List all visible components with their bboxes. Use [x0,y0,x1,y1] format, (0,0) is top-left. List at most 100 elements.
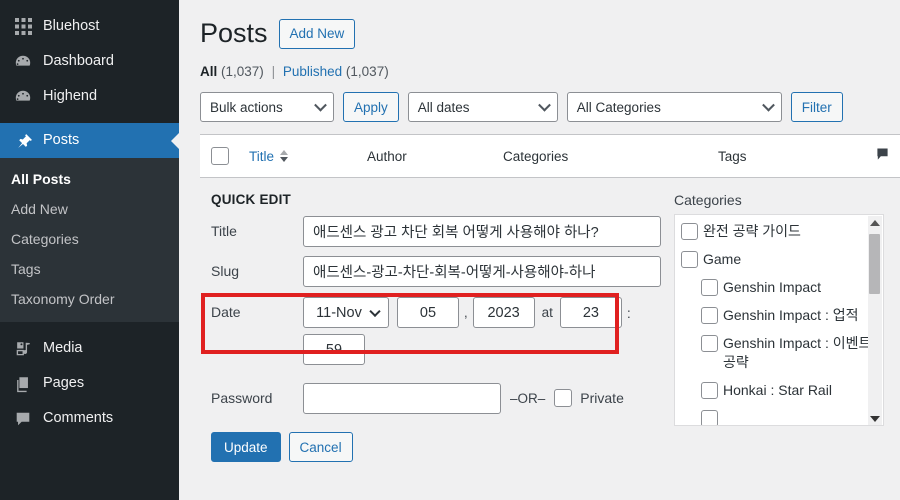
category-checkbox[interactable] [681,251,698,269]
category-label: Genshin Impact : 이벤트 공략 [723,335,872,371]
sidebar-divider-2 [0,322,179,331]
sidebar-item-label: Pages [43,375,85,392]
category-checkbox[interactable] [701,279,718,297]
category-checkbox[interactable] [701,335,718,353]
category-checkbox[interactable] [681,223,698,241]
chevron-down-icon [537,98,551,112]
sidebar-divider [0,114,179,123]
category-item[interactable]: Game [681,250,883,269]
submenu-item-categories[interactable]: Categories [0,224,179,254]
submenu-item-tags[interactable]: Tags [0,254,179,284]
scroll-up-arrow-icon[interactable] [870,220,880,227]
sidebar-item-highend[interactable]: Highend [0,79,179,114]
date-filter-value: All dates [417,99,470,115]
category-item-partial[interactable] [681,409,883,426]
page-title: Posts [200,18,268,48]
category-item[interactable]: 완전 공략 가이드 [681,222,883,241]
sidebar-item-pages[interactable]: Pages [0,366,179,401]
date-at-label: at [541,305,553,321]
month-select[interactable]: 11-Nov [303,297,389,329]
categories-checklist[interactable]: 완전 공략 가이드 Game Genshin Impact Genshin Im… [674,214,884,427]
private-label: Private [580,390,624,407]
password-input[interactable] [303,383,501,415]
column-header-comments[interactable] [864,146,900,166]
bulk-actions-select[interactable]: Bulk actions [200,92,334,123]
grid-icon [11,17,35,37]
column-header-categories[interactable]: Categories [503,149,718,164]
date-fields-group: 11-Nov 05 , 2023 at 23 : 59 [303,297,633,366]
month-select-value: 11-Nov [316,304,362,321]
status-link-all[interactable]: All [200,64,217,79]
bulk-actions-value: Bulk actions [210,99,283,115]
category-item[interactable]: Honkai : Star Rail [681,381,883,400]
page-header: Posts Add New [200,18,900,49]
apply-button[interactable]: Apply [343,92,399,123]
quick-edit-legend: QUICK EDIT [211,192,292,208]
category-item[interactable]: Genshin Impact [681,278,883,297]
posts-table-header-row: Title Author Categories Tags [200,134,900,179]
date-filter-select[interactable]: All dates [407,92,558,123]
column-header-author[interactable]: Author [367,149,503,164]
status-count-published: (1,037) [345,64,389,80]
pin-icon [11,131,35,151]
category-label: Honkai : Star Rail [723,382,832,399]
private-checkbox[interactable] [554,389,573,408]
date-field-label: Date [211,304,241,321]
day-input[interactable]: 05 [397,297,459,329]
password-field-label: Password [211,390,273,407]
quick-edit-date-row: Date 11-Nov 05 , 2023 at 23 : 59 [211,297,666,366]
sidebar-item-label: Dashboard [43,53,114,70]
categories-panel-title: Categories [674,192,742,209]
quick-edit-left-column: QUICK EDIT Title 애드센스 광고 차단 회복 어떻게 사용해야 … [200,192,666,463]
media-icon [11,339,35,359]
status-link-published[interactable]: Published [283,64,342,79]
sidebar-item-label: Bluehost [43,18,100,35]
minute-input[interactable]: 59 [303,334,365,366]
sidebar-top-spacer [0,0,179,9]
chevron-down-icon [314,98,327,112]
category-item[interactable]: Genshin Impact : 이벤트 공략 [681,334,883,372]
slug-field-label: Slug [211,263,240,280]
title-input[interactable]: 애드센스 광고 차단 회복 어떻게 사용해야 하나? [303,216,661,248]
cancel-button[interactable]: Cancel [288,432,353,463]
scrollbar-thumb[interactable] [869,234,880,295]
sidebar-item-media[interactable]: Media [0,331,179,366]
sidebar-item-bluehost[interactable]: Bluehost [0,9,179,44]
column-header-tags[interactable]: Tags [718,149,864,164]
sidebar-item-comments[interactable]: Comments [0,401,179,436]
category-checkbox[interactable] [701,307,718,325]
quick-edit-panel: QUICK EDIT Title 애드센스 광고 차단 회복 어떻게 사용해야 … [200,178,900,463]
sidebar-item-label: Comments [43,410,114,427]
add-new-button[interactable]: Add New [278,18,356,49]
quick-edit-title-row: Title 애드센스 광고 차단 회복 어떻게 사용해야 하나? [211,216,666,248]
category-label: Genshin Impact [723,279,822,296]
quick-edit-right-column: Categories 완전 공략 가이드 Game Genshin Impact [666,192,900,462]
scroll-down-arrow-icon[interactable] [870,416,880,423]
categories-scrollbar[interactable] [868,216,882,426]
gauge-icon [11,52,35,72]
sort-arrows-icon[interactable] [280,150,289,163]
select-all-checkbox[interactable] [211,147,229,166]
submenu-item-all-posts[interactable]: All Posts [0,164,179,194]
column-header-title[interactable]: Title [249,149,367,164]
submenu-item-taxonomy-order[interactable]: Taxonomy Order [0,284,179,314]
slug-input[interactable]: 애드센스-광고-차단-회복-어떻게-사용해야-하나 [303,256,661,288]
table-navigation-toolbar: Bulk actions Apply All dates All Categor… [200,92,900,123]
category-item[interactable]: Genshin Impact : 업적 [681,306,883,325]
main-content: Posts Add New All (1,037) | Published (1… [179,0,900,500]
filter-button[interactable]: Filter [790,92,843,123]
category-checkbox[interactable] [701,410,718,426]
date-comma-separator: , [464,305,468,321]
column-header-title-label: Title [249,148,275,164]
hour-input[interactable]: 23 [559,297,622,329]
update-button[interactable]: Update [211,432,281,463]
category-checkbox[interactable] [701,382,718,400]
sidebar-item-posts[interactable]: Posts [0,123,179,158]
sidebar-item-dashboard[interactable]: Dashboard [0,44,179,79]
submenu-item-add-new[interactable]: Add New [0,194,179,224]
sidebar-item-label: Media [43,340,83,357]
pages-icon [11,374,35,394]
category-filter-select[interactable]: All Categories [566,92,782,123]
status-separator: | [271,64,276,80]
year-input[interactable]: 2023 [472,297,535,329]
